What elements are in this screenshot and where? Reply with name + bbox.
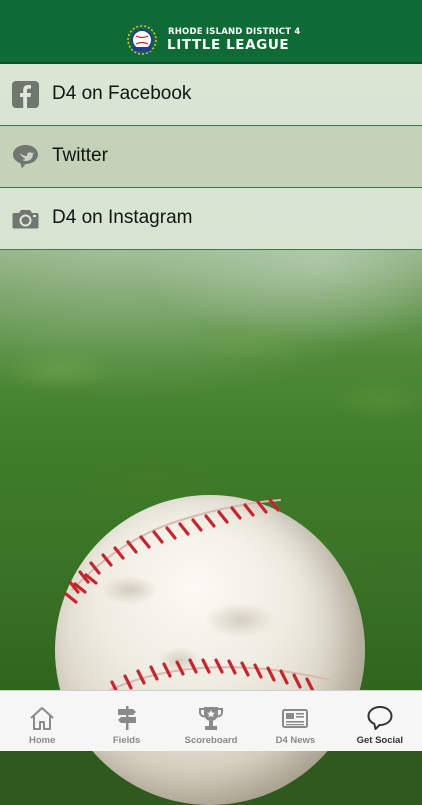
camera-icon bbox=[12, 210, 39, 229]
tab-get-social-label: Get Social bbox=[356, 735, 404, 746]
signpost-icon bbox=[117, 706, 136, 730]
home-icon bbox=[30, 707, 54, 730]
tab-fields-label: Fields bbox=[112, 735, 141, 746]
twitter-bird-bubble-icon bbox=[13, 145, 38, 169]
trophy-icon bbox=[199, 707, 224, 730]
tab-d4-news-label: D4 News bbox=[275, 735, 316, 746]
tab-d4-news[interactable]: D4 News bbox=[253, 691, 337, 751]
league-title-line1: RHODE ISLAND DISTRICT 4 bbox=[168, 27, 301, 37]
twitter-link-row[interactable]: Twitter bbox=[0, 126, 422, 188]
tab-scoreboard[interactable]: Scoreboard bbox=[169, 691, 253, 751]
instagram-link-label: D4 on Instagram bbox=[52, 207, 193, 228]
app-header: RHODE ISLAND DISTRICT 4 LITTLE LEAGUE bbox=[0, 0, 422, 64]
facebook-icon bbox=[12, 81, 39, 108]
tab-fields[interactable]: Fields bbox=[84, 691, 168, 751]
speech-bubble-icon bbox=[367, 706, 393, 730]
tab-home-label: Home bbox=[29, 735, 56, 746]
bottom-tab-bar: Home Fields Scoreboard D4 News Get Socia… bbox=[0, 690, 422, 751]
tab-home[interactable]: Home bbox=[0, 691, 84, 751]
little-league-logo-icon bbox=[127, 25, 157, 55]
tab-get-social[interactable]: Get Social bbox=[338, 691, 422, 751]
tab-scoreboard-label: Scoreboard bbox=[184, 735, 238, 746]
newspaper-icon bbox=[282, 709, 309, 728]
league-title-line2: LITTLE LEAGUE bbox=[167, 37, 290, 53]
social-links-list: D4 on Facebook Twitter D4 on Instagram bbox=[0, 64, 422, 250]
twitter-link-label: Twitter bbox=[52, 145, 108, 166]
instagram-link-row[interactable]: D4 on Instagram bbox=[0, 188, 422, 250]
facebook-link-row[interactable]: D4 on Facebook bbox=[0, 64, 422, 126]
facebook-link-label: D4 on Facebook bbox=[52, 83, 192, 104]
